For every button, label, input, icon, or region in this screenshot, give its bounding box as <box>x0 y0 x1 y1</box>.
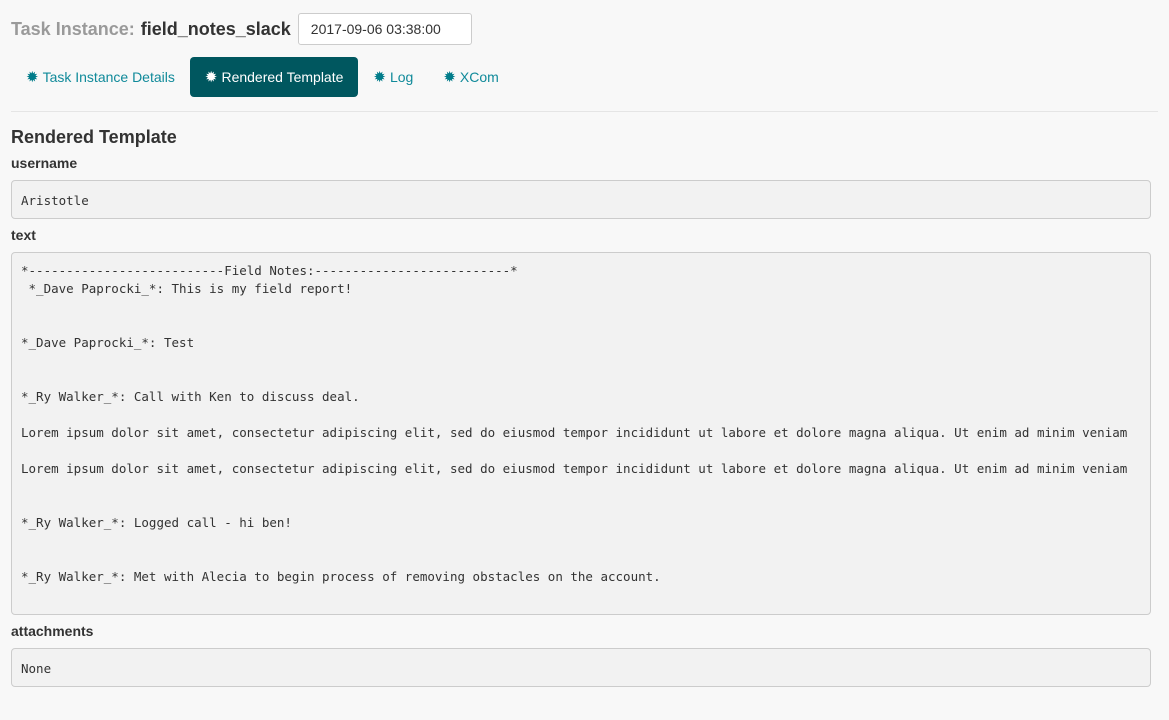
field-value-username: Aristotle <box>11 180 1151 219</box>
field-value-attachments: None <box>11 648 1151 687</box>
header-label: Task Instance: <box>11 18 135 39</box>
tab-xcom[interactable]: ✹ XCom <box>428 57 513 97</box>
tab-rendered-template[interactable]: ✹ Rendered Template <box>189 57 359 97</box>
task-name: field_notes_slack <box>140 18 291 39</box>
cog-icon: ✹ <box>373 68 386 86</box>
cog-icon: ✹ <box>204 68 218 86</box>
tab-label: XCom <box>459 69 499 85</box>
field-label-username: username <box>11 155 78 171</box>
tab-label: Log <box>389 69 414 85</box>
page-header: Task Instance: field_notes_slack <box>11 0 1158 57</box>
cog-icon: ✹ <box>443 68 456 86</box>
page: Task Instance: field_notes_slack ✹ Task … <box>0 0 1169 720</box>
field-value-text[interactable]: *--------------------------Field Notes:-… <box>11 252 1151 615</box>
section-title: Rendered Template <box>11 127 177 147</box>
tab-log[interactable]: ✹ Log <box>358 57 428 97</box>
field-label-attachments: attachments <box>11 623 94 639</box>
execution-date-input[interactable] <box>297 13 472 45</box>
divider <box>11 111 1158 112</box>
tab-task-instance-details[interactable]: ✹ Task Instance Details <box>11 57 190 97</box>
tab-label: Rendered Template <box>221 69 344 85</box>
field-label-text: text <box>11 227 36 243</box>
tab-label: Task Instance Details <box>42 69 175 85</box>
cog-icon: ✹ <box>26 68 39 86</box>
tab-bar: ✹ Task Instance Details ✹ Rendered Templ… <box>11 57 1158 97</box>
